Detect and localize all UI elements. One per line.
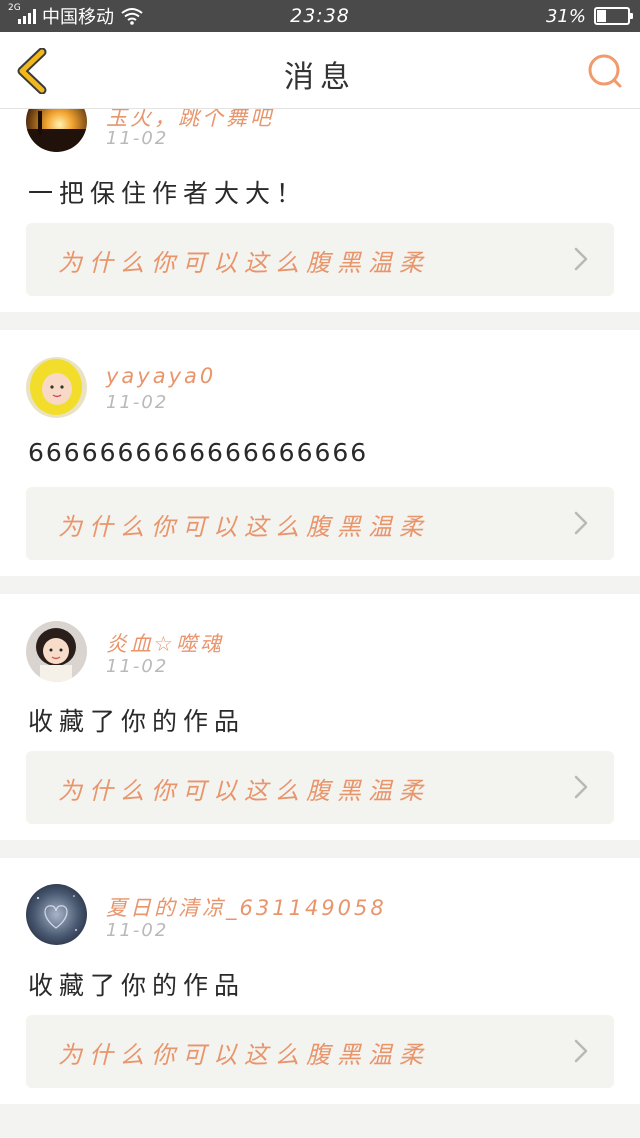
- avatar[interactable]: [26, 357, 87, 418]
- message-card: 炎血☆噬魂 11-02 收藏了你的作品 为什么你可以这么腹黑温柔: [0, 594, 640, 840]
- message-content: 一把保住作者大大！: [28, 179, 308, 208]
- message-card: 玉火，跳个舞吧 11-02 一把保住作者大大！ 为什么你可以这么腹黑温柔: [0, 80, 640, 312]
- username[interactable]: yayaya0: [106, 364, 216, 388]
- chevron-right-icon: [574, 511, 588, 535]
- message-date: 11-02: [106, 656, 169, 677]
- message-date: 11-02: [106, 392, 169, 413]
- work-title: 为什么你可以这么腹黑温柔: [58, 513, 430, 541]
- work-link[interactable]: 为什么你可以这么腹黑温柔: [26, 1015, 614, 1088]
- chevron-right-icon: [574, 1039, 588, 1063]
- work-link[interactable]: 为什么你可以这么腹黑温柔: [26, 751, 614, 824]
- message-date: 11-02: [106, 920, 169, 941]
- search-icon: [588, 54, 622, 88]
- work-title: 为什么你可以这么腹黑温柔: [58, 249, 430, 277]
- message-card: yayaya0 11-02 6666666666666666666 为什么你可以…: [0, 330, 640, 576]
- work-link[interactable]: 为什么你可以这么腹黑温柔: [26, 487, 614, 560]
- message-content: 收藏了你的作品: [28, 707, 246, 736]
- search-button[interactable]: [586, 52, 624, 90]
- username[interactable]: 夏日的清凉_631149058: [106, 892, 387, 922]
- message-content: 6666666666666666666: [28, 438, 369, 467]
- avatar[interactable]: [26, 884, 87, 945]
- work-link[interactable]: 为什么你可以这么腹黑温柔: [26, 223, 614, 296]
- work-title: 为什么你可以这么腹黑温柔: [58, 1041, 430, 1069]
- username[interactable]: 炎血☆噬魂: [106, 628, 224, 658]
- avatar[interactable]: [26, 621, 87, 682]
- nav-bar: 消息: [0, 32, 640, 109]
- page-title: 消息: [284, 60, 356, 95]
- message-date: 11-02: [106, 128, 169, 149]
- chevron-right-icon: [574, 247, 588, 271]
- message-feed[interactable]: 玉火，跳个舞吧 11-02 一把保住作者大大！ 为什么你可以这么腹黑温柔 yay…: [0, 0, 640, 1138]
- message-card: 夏日的清凉_631149058 11-02 收藏了你的作品 为什么你可以这么腹黑…: [0, 858, 640, 1104]
- chevron-right-icon: [574, 775, 588, 799]
- message-content: 收藏了你的作品: [28, 971, 246, 1000]
- work-title: 为什么你可以这么腹黑温柔: [58, 777, 430, 805]
